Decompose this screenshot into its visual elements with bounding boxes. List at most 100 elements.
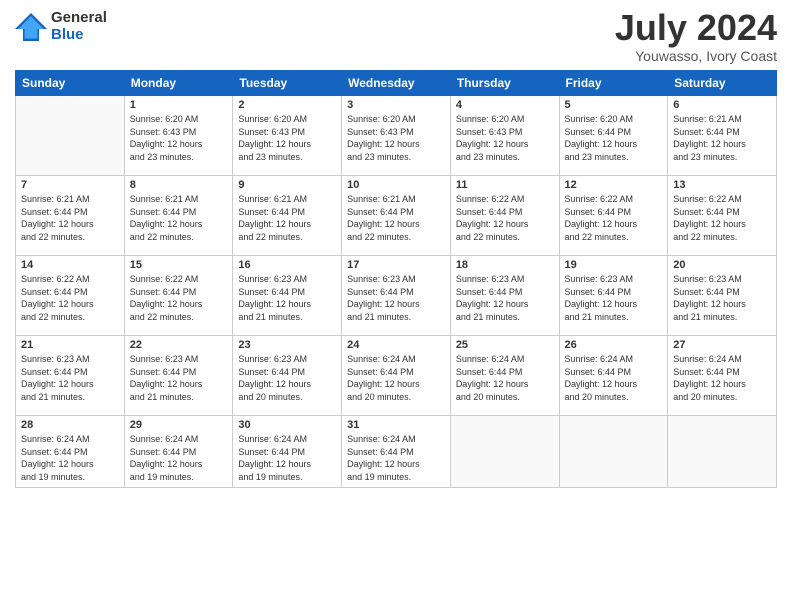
day-info: Sunrise: 6:21 AM Sunset: 6:44 PM Dayligh… <box>673 113 771 163</box>
day-info: Sunrise: 6:22 AM Sunset: 6:44 PM Dayligh… <box>456 193 554 243</box>
calendar-cell: 3 Sunrise: 6:20 AM Sunset: 6:43 PM Daylig… <box>342 96 451 176</box>
col-wednesday: Wednesday <box>342 71 451 96</box>
header: General Blue July 2024 Youwasso, Ivory C… <box>15 10 777 64</box>
day-info: Sunrise: 6:23 AM Sunset: 6:44 PM Dayligh… <box>238 273 336 323</box>
calendar-cell: 9 Sunrise: 6:21 AM Sunset: 6:44 PM Daylig… <box>233 176 342 256</box>
calendar-cell: 17Sunrise: 6:23 AM Sunset: 6:44 PM Dayli… <box>342 256 451 336</box>
day-number: 15 <box>130 259 228 271</box>
col-sunday: Sunday <box>16 71 125 96</box>
month-title: July 2024 <box>615 10 777 46</box>
day-number: 23 <box>238 339 336 351</box>
day-number: 5 <box>565 99 663 111</box>
col-thursday: Thursday <box>450 71 559 96</box>
calendar-cell: 13 Sunrise: 6:22 AM Sunset: 6:44 PM Dayli… <box>668 176 777 256</box>
calendar-cell: 31Sunrise: 6:24 AM Sunset: 6:44 PM Dayli… <box>342 416 451 488</box>
day-number: 21 <box>21 339 119 351</box>
day-number: 29 <box>130 419 228 431</box>
day-number: 7 <box>21 179 119 191</box>
calendar-week-0: 1Sunrise: 6:20 AM Sunset: 6:43 PM Daylig… <box>16 96 777 176</box>
day-number: 8 <box>130 179 228 191</box>
calendar-cell <box>559 416 668 488</box>
day-number: 3 <box>347 99 445 111</box>
col-monday: Monday <box>124 71 233 96</box>
day-number: 24 <box>347 339 445 351</box>
page: General Blue July 2024 Youwasso, Ivory C… <box>0 0 792 612</box>
calendar-cell: 21 Sunrise: 6:23 AM Sunset: 6:44 PM Dayli… <box>16 336 125 416</box>
calendar-cell: 30Sunrise: 6:24 AM Sunset: 6:44 PM Dayli… <box>233 416 342 488</box>
calendar-cell: 2 Sunrise: 6:20 AM Sunset: 6:43 PM Daylig… <box>233 96 342 176</box>
calendar-cell: 1Sunrise: 6:20 AM Sunset: 6:43 PM Daylig… <box>124 96 233 176</box>
calendar-cell: 27Sunrise: 6:24 AM Sunset: 6:44 PM Dayli… <box>668 336 777 416</box>
day-info: Sunrise: 6:21 AM Sunset: 6:44 PM Dayligh… <box>347 193 445 243</box>
day-info: Sunrise: 6:20 AM Sunset: 6:44 PM Dayligh… <box>565 113 663 163</box>
header-row: Sunday Monday Tuesday Wednesday Thursday… <box>16 71 777 96</box>
day-info: Sunrise: 6:24 AM Sunset: 6:44 PM Dayligh… <box>673 353 771 403</box>
day-number: 11 <box>456 179 554 191</box>
day-info: Sunrise: 6:23 AM Sunset: 6:44 PM Dayligh… <box>347 273 445 323</box>
calendar-cell: 10Sunrise: 6:21 AM Sunset: 6:44 PM Dayli… <box>342 176 451 256</box>
calendar-week-3: 21 Sunrise: 6:23 AM Sunset: 6:44 PM Dayli… <box>16 336 777 416</box>
col-tuesday: Tuesday <box>233 71 342 96</box>
day-info: Sunrise: 6:20 AM Sunset: 6:43 PM Dayligh… <box>130 113 228 163</box>
day-number: 25 <box>456 339 554 351</box>
day-info: Sunrise: 6:23 AM Sunset: 6:44 PM Dayligh… <box>238 353 336 403</box>
day-info: Sunrise: 6:24 AM Sunset: 6:44 PM Dayligh… <box>21 433 119 483</box>
day-info: Sunrise: 6:24 AM Sunset: 6:44 PM Dayligh… <box>456 353 554 403</box>
day-number: 12 <box>565 179 663 191</box>
day-info: Sunrise: 6:20 AM Sunset: 6:43 PM Dayligh… <box>347 113 445 163</box>
col-friday: Friday <box>559 71 668 96</box>
day-info: Sunrise: 6:23 AM Sunset: 6:44 PM Dayligh… <box>456 273 554 323</box>
calendar-table: Sunday Monday Tuesday Wednesday Thursday… <box>15 70 777 488</box>
day-info: Sunrise: 6:21 AM Sunset: 6:44 PM Dayligh… <box>130 193 228 243</box>
calendar-cell: 8 Sunrise: 6:21 AM Sunset: 6:44 PM Daylig… <box>124 176 233 256</box>
calendar-week-1: 7 Sunrise: 6:21 AM Sunset: 6:44 PM Daylig… <box>16 176 777 256</box>
calendar-cell: 5 Sunrise: 6:20 AM Sunset: 6:44 PM Daylig… <box>559 96 668 176</box>
logo: General Blue <box>15 10 107 43</box>
day-info: Sunrise: 6:24 AM Sunset: 6:44 PM Dayligh… <box>130 433 228 483</box>
calendar-cell: 15Sunrise: 6:22 AM Sunset: 6:44 PM Dayli… <box>124 256 233 336</box>
calendar-week-2: 14 Sunrise: 6:22 AM Sunset: 6:44 PM Dayli… <box>16 256 777 336</box>
day-number: 2 <box>238 99 336 111</box>
calendar-cell: 6Sunrise: 6:21 AM Sunset: 6:44 PM Daylig… <box>668 96 777 176</box>
day-info: Sunrise: 6:22 AM Sunset: 6:44 PM Dayligh… <box>565 193 663 243</box>
calendar-cell: 7 Sunrise: 6:21 AM Sunset: 6:44 PM Daylig… <box>16 176 125 256</box>
day-info: Sunrise: 6:24 AM Sunset: 6:44 PM Dayligh… <box>347 433 445 483</box>
calendar-cell: 16 Sunrise: 6:23 AM Sunset: 6:44 PM Dayli… <box>233 256 342 336</box>
day-info: Sunrise: 6:23 AM Sunset: 6:44 PM Dayligh… <box>130 353 228 403</box>
day-number: 14 <box>21 259 119 271</box>
day-info: Sunrise: 6:20 AM Sunset: 6:43 PM Dayligh… <box>238 113 336 163</box>
calendar-cell <box>450 416 559 488</box>
calendar-cell: 14 Sunrise: 6:22 AM Sunset: 6:44 PM Dayli… <box>16 256 125 336</box>
day-number: 9 <box>238 179 336 191</box>
day-info: Sunrise: 6:20 AM Sunset: 6:43 PM Dayligh… <box>456 113 554 163</box>
location: Youwasso, Ivory Coast <box>615 48 777 64</box>
calendar-week-4: 28Sunrise: 6:24 AM Sunset: 6:44 PM Dayli… <box>16 416 777 488</box>
day-info: Sunrise: 6:23 AM Sunset: 6:44 PM Dayligh… <box>565 273 663 323</box>
calendar-cell: 4Sunrise: 6:20 AM Sunset: 6:43 PM Daylig… <box>450 96 559 176</box>
day-info: Sunrise: 6:24 AM Sunset: 6:44 PM Dayligh… <box>565 353 663 403</box>
day-number: 13 <box>673 179 771 191</box>
day-info: Sunrise: 6:21 AM Sunset: 6:44 PM Dayligh… <box>21 193 119 243</box>
day-info: Sunrise: 6:22 AM Sunset: 6:44 PM Dayligh… <box>21 273 119 323</box>
calendar-cell: 23 Sunrise: 6:23 AM Sunset: 6:44 PM Dayli… <box>233 336 342 416</box>
day-number: 18 <box>456 259 554 271</box>
logo-blue-text: Blue <box>51 27 107 44</box>
day-info: Sunrise: 6:21 AM Sunset: 6:44 PM Dayligh… <box>238 193 336 243</box>
day-info: Sunrise: 6:23 AM Sunset: 6:44 PM Dayligh… <box>21 353 119 403</box>
day-info: Sunrise: 6:24 AM Sunset: 6:44 PM Dayligh… <box>238 433 336 483</box>
calendar-cell: 28Sunrise: 6:24 AM Sunset: 6:44 PM Dayli… <box>16 416 125 488</box>
day-number: 22 <box>130 339 228 351</box>
calendar-cell <box>668 416 777 488</box>
day-info: Sunrise: 6:24 AM Sunset: 6:44 PM Dayligh… <box>347 353 445 403</box>
calendar-cell: 26 Sunrise: 6:24 AM Sunset: 6:44 PM Dayli… <box>559 336 668 416</box>
day-number: 16 <box>238 259 336 271</box>
day-info: Sunrise: 6:22 AM Sunset: 6:44 PM Dayligh… <box>673 193 771 243</box>
day-number: 19 <box>565 259 663 271</box>
calendar-cell <box>16 96 125 176</box>
calendar-cell: 22 Sunrise: 6:23 AM Sunset: 6:44 PM Dayli… <box>124 336 233 416</box>
day-number: 26 <box>565 339 663 351</box>
calendar-cell: 24 Sunrise: 6:24 AM Sunset: 6:44 PM Dayli… <box>342 336 451 416</box>
calendar-cell: 11 Sunrise: 6:22 AM Sunset: 6:44 PM Dayli… <box>450 176 559 256</box>
logo-general-text: General <box>51 10 107 27</box>
day-number: 20 <box>673 259 771 271</box>
